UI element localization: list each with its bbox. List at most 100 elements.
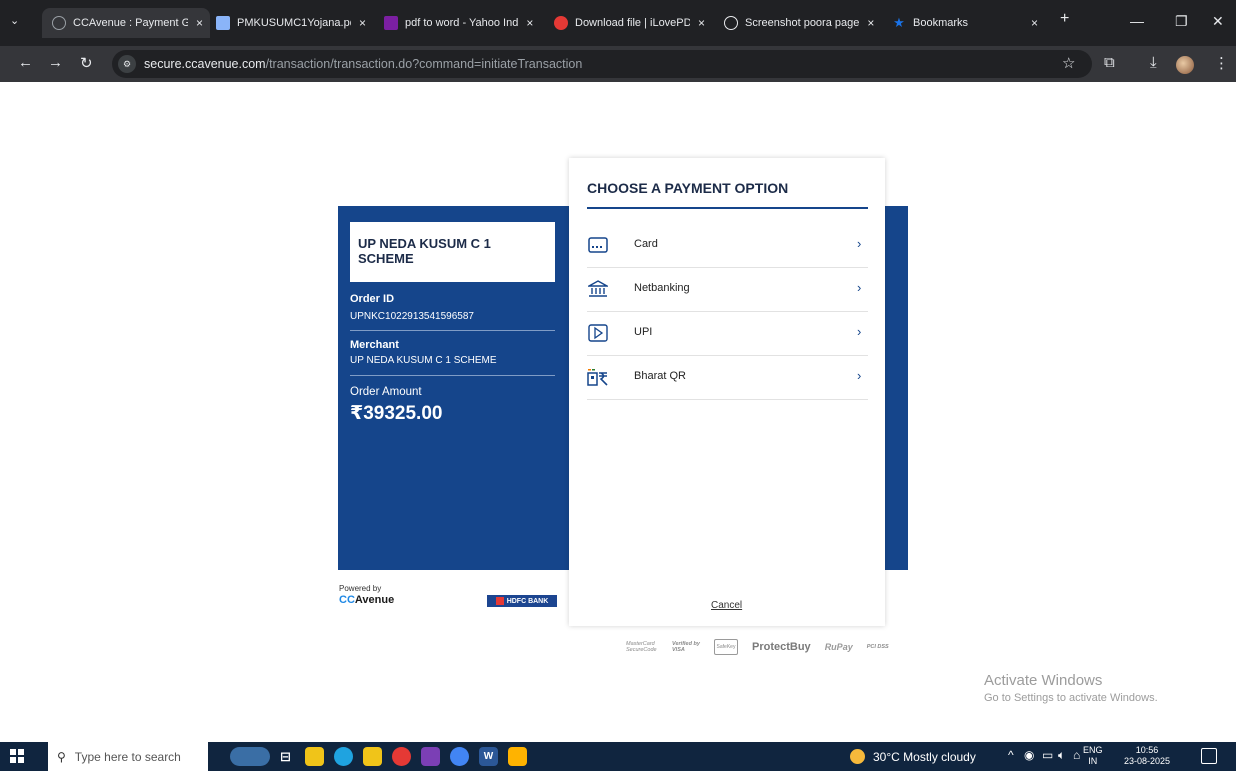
divider: [350, 375, 555, 376]
ilovepdf-icon: [554, 16, 568, 30]
task-view-icon[interactable]: ⊟: [276, 747, 295, 766]
weather-widget[interactable]: 30°C Mostly cloudy: [850, 749, 976, 764]
file-explorer-icon[interactable]: [305, 747, 324, 766]
network-icon[interactable]: ⌂: [1073, 748, 1080, 762]
bookmark-star-icon[interactable]: ☆: [1062, 54, 1075, 72]
option-label: Bharat QR: [634, 370, 686, 382]
chevron-right-icon: ›: [857, 368, 862, 383]
tab-bookmarks[interactable]: ★ Bookmarks ×: [892, 8, 1052, 38]
option-label: Card: [634, 238, 658, 250]
forward-arrow-icon[interactable]: →: [48, 54, 63, 71]
cancel-link[interactable]: Cancel: [711, 600, 742, 611]
site-info-icon[interactable]: ⚙: [118, 55, 136, 73]
url-field[interactable]: ⚙ secure.ccavenue.com /transaction/trans…: [112, 50, 1092, 78]
word-icon[interactable]: W: [479, 747, 498, 766]
bharat-qr-icon: [587, 366, 609, 388]
hdfc-bank-logo: HDFC BANK: [487, 595, 557, 607]
close-icon[interactable]: ×: [867, 16, 874, 30]
language-indicator[interactable]: ENG IN: [1083, 745, 1103, 767]
safekey-logo: SafeKey: [714, 639, 738, 655]
close-icon[interactable]: ×: [196, 16, 203, 30]
download-icon[interactable]: ⤓: [1150, 54, 1157, 71]
opera-icon[interactable]: [392, 747, 411, 766]
tray-chevron-up-icon[interactable]: ^: [1008, 748, 1014, 762]
merchant-value: UP NEDA KUSUM C 1 SCHEME: [350, 355, 497, 366]
close-icon[interactable]: ×: [698, 16, 705, 30]
windows-start-icon[interactable]: [10, 749, 24, 763]
reload-icon[interactable]: ↻: [80, 54, 93, 72]
tab-title: Download file | iLovePD: [575, 17, 690, 29]
window-close-icon[interactable]: ✕: [1212, 13, 1224, 30]
rupay-logo: RuPay: [824, 642, 853, 652]
tab-title: Bookmarks: [913, 17, 969, 29]
order-id-label: Order ID: [350, 293, 395, 305]
tab-title: PMKUSUMC1Yojana.pdf: [237, 17, 351, 29]
mastercard-securecode-logo: MasterCard SecureCode: [626, 641, 657, 653]
close-icon[interactable]: ×: [1031, 16, 1038, 30]
order-amount-value: ₹39325.00: [350, 403, 443, 424]
chevron-right-icon: ›: [857, 280, 862, 295]
volume-icon[interactable]: 🔈︎: [1058, 748, 1065, 763]
weather-icon: [850, 749, 865, 764]
windows-taskbar: ⚲ Type here to search ⊟ W 30°C Mostly cl…: [0, 742, 1236, 771]
tab-ccavenue[interactable]: CCAvenue : Payment Ga ×: [42, 8, 210, 38]
store-icon[interactable]: [363, 747, 382, 766]
news-widget-icon[interactable]: [230, 747, 270, 766]
new-tab-button[interactable]: +: [1060, 10, 1069, 28]
option-label: Netbanking: [634, 282, 690, 294]
option-label: UPI: [634, 326, 653, 338]
yahoo-icon: [384, 16, 398, 30]
pci-dss-logo: PCI DSS: [866, 644, 889, 650]
bank-icon: [587, 278, 609, 300]
paint-icon[interactable]: [508, 747, 527, 766]
visual-studio-icon[interactable]: [421, 747, 440, 766]
close-icon[interactable]: ×: [359, 16, 366, 30]
protectbuy-logo: ProtectBuy: [752, 641, 811, 653]
clock[interactable]: 10:56 23-08-2025: [1124, 745, 1170, 767]
tab-search-chevron-icon[interactable]: ⌄: [10, 14, 19, 27]
profile-avatar[interactable]: [1176, 56, 1194, 74]
pdf-icon: [216, 16, 230, 30]
tab-title: Screenshot poora page: [745, 17, 860, 29]
payment-option-upi[interactable]: UPI ›: [587, 312, 868, 356]
payment-page: UP NEDA KUSUM C 1 SCHEME Order ID UPNKC1…: [0, 82, 1236, 742]
tab-pdf[interactable]: PMKUSUMC1Yojana.pdf ×: [216, 8, 366, 38]
merchant-name-box: UP NEDA KUSUM C 1 SCHEME: [350, 222, 555, 282]
card-icon: [587, 234, 609, 256]
taskbar-search-input[interactable]: ⚲ Type here to search: [48, 742, 208, 771]
payment-option-bharat-qr[interactable]: Bharat QR ›: [587, 356, 868, 400]
chrome-icon[interactable]: [450, 747, 469, 766]
ccavenue-logo: CCAvenue: [339, 594, 395, 606]
security-badges: MasterCard SecureCode Verified by VISA S…: [626, 637, 891, 657]
globe-icon: [52, 16, 66, 30]
minimize-icon[interactable]: —: [1130, 13, 1144, 29]
search-placeholder: Type here to search: [74, 749, 181, 764]
browser-tab-bar: ⌄ CCAvenue : Payment Ga × PMKUSUMC1Yojan…: [0, 0, 1236, 46]
merchant-title: UP NEDA KUSUM C 1 SCHEME: [358, 236, 491, 266]
openai-icon: [724, 16, 738, 30]
payment-options-title: CHOOSE A PAYMENT OPTION: [587, 180, 789, 196]
weather-text: 30°C Mostly cloudy: [873, 749, 976, 764]
payment-option-card[interactable]: Card ›: [587, 224, 868, 268]
back-arrow-icon[interactable]: ←: [18, 54, 33, 71]
tab-chatgpt[interactable]: Screenshot poora page ×: [724, 8, 884, 38]
activate-windows-watermark: Activate Windows Go to Settings to activ…: [984, 672, 1158, 704]
tab-yahoo[interactable]: pdf to word - Yahoo Ind ×: [384, 8, 534, 38]
close-icon[interactable]: ×: [526, 16, 533, 30]
extensions-icon[interactable]: ⧉: [1104, 54, 1115, 71]
battery-icon[interactable]: ▭: [1042, 748, 1053, 762]
record-icon[interactable]: ◉: [1024, 748, 1034, 762]
verified-by-visa-logo: Verified by VISA: [672, 641, 700, 653]
edge-icon[interactable]: [334, 747, 353, 766]
tab-ilovepdf[interactable]: Download file | iLovePD ×: [554, 8, 714, 38]
order-amount-label: Order Amount: [350, 386, 422, 398]
chevron-right-icon: ›: [857, 236, 862, 251]
menu-kebab-icon[interactable]: ⋮: [1214, 54, 1229, 72]
payment-options-card: CHOOSE A PAYMENT OPTION Card › Netbankin…: [569, 158, 885, 626]
restore-icon[interactable]: ❐: [1175, 13, 1188, 30]
merchant-label: Merchant: [350, 339, 399, 351]
payment-option-netbanking[interactable]: Netbanking ›: [587, 268, 868, 312]
star-icon: ★: [893, 15, 905, 30]
upi-icon: [587, 322, 609, 344]
notifications-icon[interactable]: [1201, 748, 1217, 764]
